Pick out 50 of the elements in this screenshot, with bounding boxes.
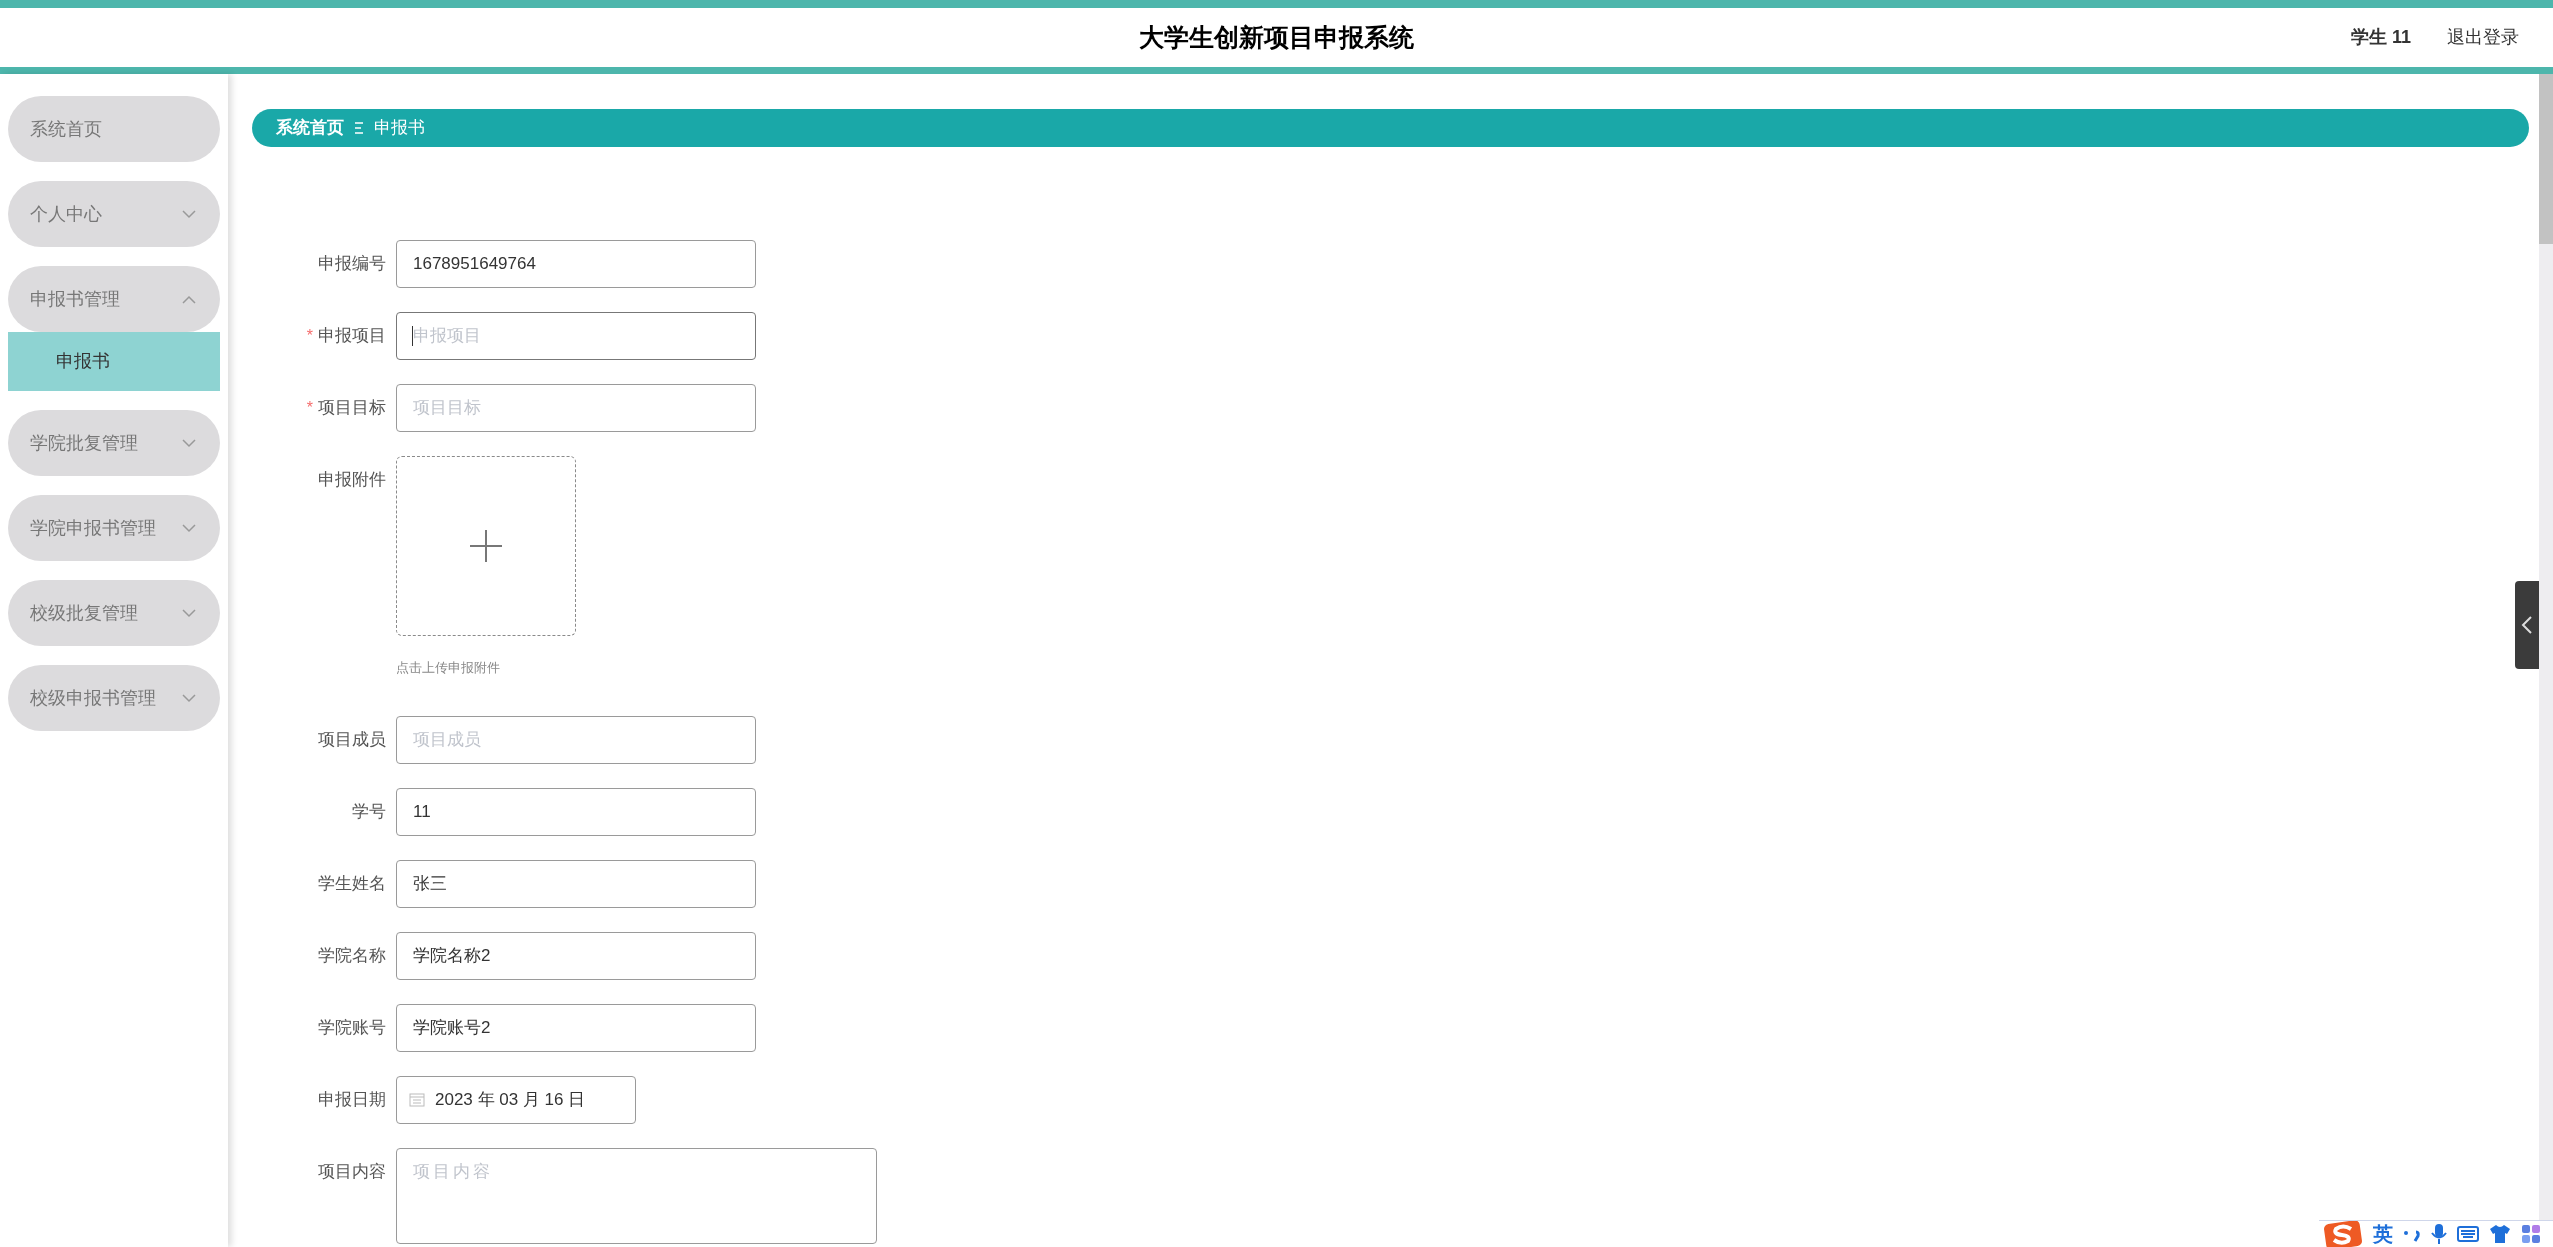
field-label: 申报附件 — [318, 469, 386, 492]
input-field[interactable]: 1678951649764 — [396, 240, 756, 288]
app-title: 大学生创新项目申报系统 — [1139, 21, 1414, 53]
field-label: 学生姓名 — [318, 872, 386, 895]
sidebar-menu-item[interactable]: 系统首页 — [8, 96, 220, 162]
textarea-field[interactable]: 项目内容 — [396, 1147, 877, 1244]
sidebar-menu-item[interactable]: 个人中心 — [8, 181, 220, 247]
field-label: 申报项目 — [318, 325, 386, 348]
sidebar-menu-item[interactable]: 申报书管理 — [8, 266, 220, 332]
field-label: 学院名称 — [318, 944, 386, 967]
sidebar-menu-item[interactable]: 校级批复管理 — [8, 580, 220, 646]
collapse-tab-button[interactable] — [2515, 581, 2539, 669]
logout-link[interactable]: 退出登录 — [2447, 24, 2519, 51]
plus-icon — [469, 529, 503, 563]
scrollbar[interactable] — [2539, 74, 2553, 1220]
date-field[interactable]: 2023 年 03 月 16 日 — [396, 1075, 636, 1124]
required-mark: * — [306, 398, 313, 418]
input-field[interactable]: 学院名称2 — [396, 931, 756, 980]
field-label: 项目成员 — [318, 728, 386, 751]
input-field[interactable]: 项目成员 — [396, 715, 756, 764]
sidebar-menu-item[interactable]: 学院批复管理 — [8, 410, 220, 476]
user-name: 学生 11 — [2350, 26, 2411, 49]
chevron-left-icon — [2521, 615, 2533, 635]
shirt-icon[interactable] — [2489, 1224, 2511, 1244]
field-label: 学号 — [352, 800, 386, 823]
microphone-icon[interactable] — [2431, 1223, 2447, 1245]
required-mark: * — [306, 326, 313, 346]
breadcrumb-link[interactable]: 系统首页 — [276, 115, 344, 141]
calendar-icon — [409, 1092, 425, 1107]
input-field[interactable]: 申报项目 — [396, 312, 756, 360]
keyboard-icon[interactable] — [2457, 1225, 2479, 1243]
apps-icon[interactable] — [2521, 1224, 2541, 1244]
field-label: 项目内容 — [318, 1160, 386, 1183]
input-field[interactable]: 学院账号2 — [396, 1003, 756, 1052]
sidebar-menu-item[interactable]: 学院申报书管理 — [8, 495, 220, 561]
sidebar-menu-item[interactable]: 校级申报书管理 — [8, 665, 220, 731]
input-field[interactable]: 张三 — [396, 859, 756, 908]
text-caret — [412, 326, 413, 346]
field-label: 项目目标 — [318, 397, 386, 420]
s-logo-icon[interactable] — [2323, 1220, 2363, 1247]
field-label: 申报编号 — [318, 253, 386, 276]
separator-icon — [354, 121, 364, 135]
input-mode-text[interactable]: 英 — [2373, 1219, 2393, 1247]
sidebar-submenu-item[interactable]: 申报书 — [8, 332, 220, 391]
breadcrumb-link[interactable]: 申报书 — [374, 115, 425, 141]
input-field[interactable]: 11 — [396, 787, 756, 836]
field-label: 学院账号 — [318, 1016, 386, 1039]
upload-hint: 点击上传申报附件 — [396, 659, 501, 677]
field-label: 申报日期 — [318, 1088, 386, 1111]
input-field[interactable]: 项目目标 — [396, 384, 756, 432]
